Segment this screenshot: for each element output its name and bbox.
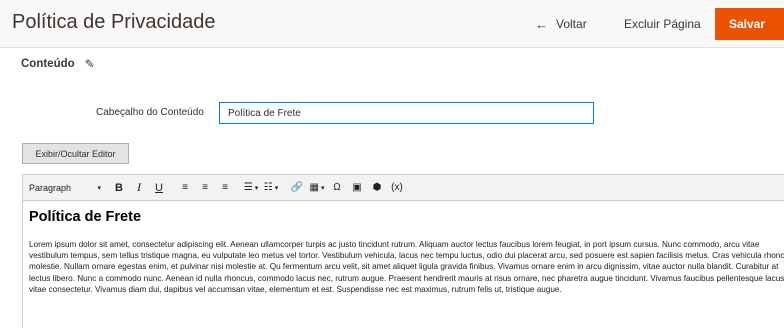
align-left-icon[interactable]: ≡	[177, 179, 193, 197]
table-icon: ▦	[309, 182, 319, 193]
content-heading-input[interactable]	[219, 102, 594, 124]
image-icon[interactable]: ▣	[349, 179, 365, 197]
editor-toolbar: Paragraph ▾ B I U ≡ ≡ ≡ ☰ ▾ ☷ ▾ 🔗 ▦ ▾ Ω …	[23, 175, 784, 201]
special-char-icon[interactable]: Ω	[329, 179, 345, 197]
table-button[interactable]: ▦ ▾	[309, 179, 325, 197]
pencil-icon[interactable]: ✎	[85, 57, 95, 71]
italic-button[interactable]: I	[131, 179, 147, 197]
back-button-label: Voltar	[556, 17, 587, 31]
save-button[interactable]: Salvar	[715, 8, 784, 40]
variable-icon[interactable]: (x)	[389, 179, 405, 197]
chevron-down-icon: ▾	[320, 184, 325, 192]
wysiwyg-editor: Paragraph ▾ B I U ≡ ≡ ≡ ☰ ▾ ☷ ▾ 🔗 ▦ ▾ Ω …	[22, 174, 784, 328]
widget-icon[interactable]: ⬢	[369, 179, 385, 197]
numbered-list-icon: ☷	[263, 182, 273, 193]
format-select[interactable]: Paragraph ▾	[29, 179, 101, 197]
toggle-editor-button[interactable]: Exibir/Ocultar Editor	[22, 143, 129, 164]
chevron-down-icon: ▾	[97, 184, 101, 192]
arrow-left-icon: ←	[535, 16, 548, 32]
link-icon[interactable]: 🔗	[289, 179, 305, 197]
page-title: Política de Privacidade	[12, 11, 216, 33]
align-right-icon[interactable]: ≡	[217, 179, 233, 197]
editor-content[interactable]: Política de Frete Lorem ipsum dolor sit …	[23, 201, 784, 303]
bullet-list-icon: ☰	[243, 182, 253, 193]
numbered-list-button[interactable]: ☷ ▾	[263, 179, 279, 197]
format-select-label: Paragraph	[29, 182, 72, 193]
page-header: Política de Privacidade ← Voltar Excluir…	[0, 0, 784, 48]
section-header[interactable]: Conteúdo ✎	[21, 57, 95, 71]
content-heading: Política de Frete	[29, 209, 142, 225]
back-button[interactable]: ← Voltar	[535, 12, 587, 36]
bullet-list-button[interactable]: ☰ ▾	[243, 179, 259, 197]
delete-page-button[interactable]: Excluir Página	[624, 12, 701, 36]
bold-button[interactable]: B	[111, 179, 127, 197]
align-center-icon[interactable]: ≡	[197, 179, 213, 197]
content-paragraph: Lorem ipsum dolor sit amet, consectetur …	[29, 240, 784, 294]
chevron-down-icon: ▾	[274, 184, 279, 192]
content-heading-label: Cabeçalho do Conteúdo	[96, 107, 204, 118]
chevron-down-icon: ▾	[254, 184, 259, 192]
section-title: Conteúdo	[21, 58, 75, 70]
underline-button[interactable]: U	[151, 179, 167, 197]
